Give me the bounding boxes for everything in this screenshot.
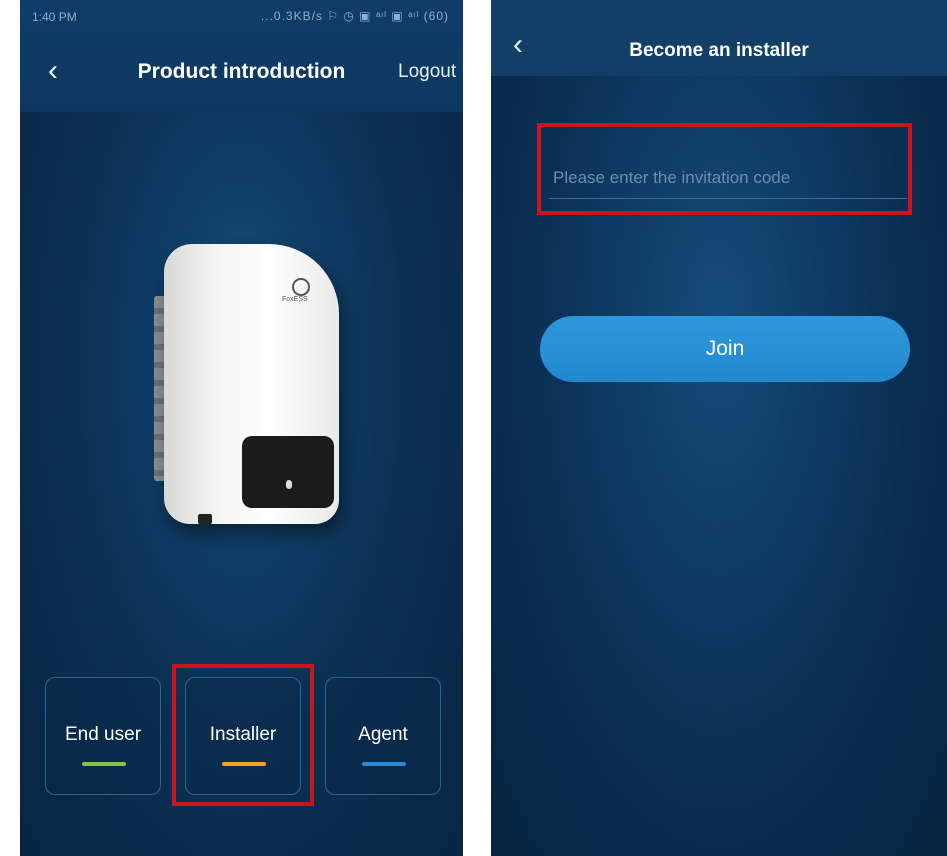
- status-icons: ...0.3KB/s ⚐ ◷ ▣ ᵃᶥˡ ▣ ᵃᶥˡ (60): [260, 9, 449, 23]
- status-bar: 1:40 PM ...0.3KB/s ⚐ ◷ ▣ ᵃᶥˡ ▣ ᵃᶥˡ (60): [20, 0, 463, 34]
- inverter-display: [242, 436, 334, 508]
- brand-logo-text: FoxESS: [282, 296, 308, 303]
- product-introduction-screen: 1:40 PM ...0.3KB/s ⚐ ◷ ▣ ᵃᶥˡ ▣ ᵃᶥˡ (60) …: [20, 0, 463, 856]
- installer-highlight-box: [172, 664, 314, 806]
- invitation-input-highlight-box: [537, 123, 912, 215]
- become-installer-screen: ‹ Become an installer Join: [491, 0, 947, 856]
- join-button[interactable]: Join: [540, 316, 910, 382]
- status-time: 1:40 PM: [32, 10, 77, 24]
- role-card-agent[interactable]: Agent: [325, 677, 441, 795]
- top-bar: ‹ Become an installer: [491, 0, 947, 76]
- inverter-product-image: FoxESS: [154, 244, 344, 534]
- inverter-connector: [198, 514, 212, 524]
- page-title: Become an installer: [629, 40, 809, 61]
- role-label: Agent: [358, 724, 408, 745]
- role-card-end-user[interactable]: End user: [45, 677, 161, 795]
- role-label: End user: [64, 724, 142, 745]
- brand-logo-icon: [292, 278, 310, 296]
- top-bar: 1:40 PM ...0.3KB/s ⚐ ◷ ▣ ᵃᶥˡ ▣ ᵃᶥˡ (60) …: [20, 0, 463, 112]
- role-accent-line: [82, 762, 126, 766]
- role-accent-line: [362, 762, 406, 766]
- page-title: Product introduction: [137, 60, 346, 83]
- inverter-led: [286, 480, 292, 489]
- logout-button[interactable]: Logout: [398, 61, 456, 83]
